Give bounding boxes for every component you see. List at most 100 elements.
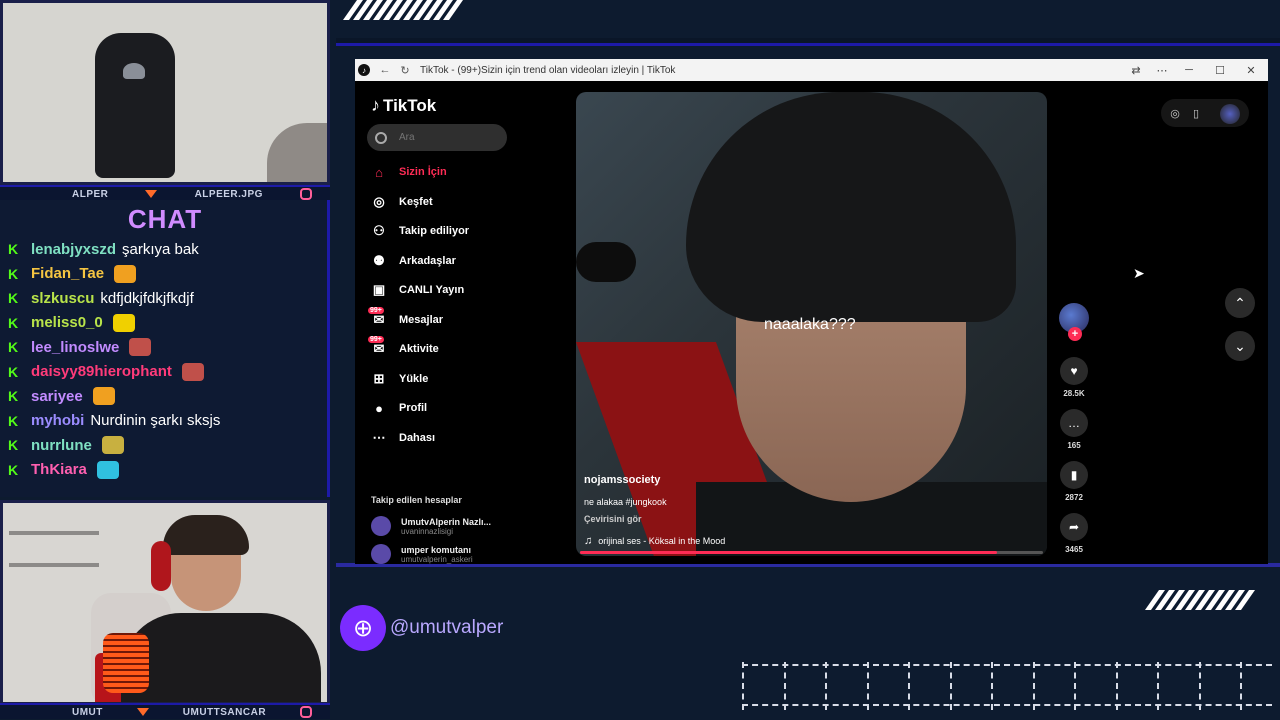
activity-icon: ✉ 99+ [368, 336, 385, 356]
video-progress-bar[interactable] [580, 551, 1043, 554]
back-icon[interactable]: ← [378, 63, 392, 77]
tiktok-logo[interactable]: ♪ TikTok [371, 95, 436, 116]
see-translation-link[interactable]: Çevirisini gör [584, 514, 642, 524]
more-options-icon[interactable]: ⋯ [1155, 63, 1169, 77]
save-action[interactable]: ▮ 2872 [1058, 461, 1090, 502]
upload-icon: ⊞ [373, 370, 385, 386]
nav-label: Takip ediliyor [399, 225, 470, 237]
close-button[interactable]: ✕ [1244, 63, 1258, 77]
translate-icon[interactable]: ⇄ [1129, 63, 1143, 77]
chat-message: Kmeliss0_0 [8, 312, 135, 334]
chat-username: lee_linoslwe [31, 338, 120, 356]
emote-icon [114, 264, 137, 283]
triangle-icon [136, 708, 149, 716]
emote-icon [112, 313, 135, 332]
comment-icon[interactable]: … [1060, 409, 1088, 437]
chat-message: Klee_linoslwe [8, 336, 152, 358]
following-account[interactable]: UmutvAlperin Nazlı... uvaninnazlisigi [371, 513, 491, 539]
social-handle: ⊕ @umutvalper [340, 605, 503, 651]
nav-item-messages[interactable]: ✉ 99+ Mesajlar [368, 306, 443, 331]
account-avatar [371, 544, 391, 564]
profile-icon: ● [375, 400, 383, 416]
nav-label: Dahası [399, 431, 436, 444]
chat-panel: CHAT Klenabjyxszd şarkıya bak K Fidan_Tae Ks… [0, 200, 330, 497]
nav-item-home[interactable]: ⌂ Sizin İçin [371, 161, 447, 183]
headphones [151, 541, 171, 591]
instagram-icon [299, 706, 312, 718]
follow-button[interactable]: + [1068, 327, 1082, 341]
chat-message: Ksariyee [8, 385, 115, 407]
search-input[interactable] [399, 132, 499, 143]
user-avatar[interactable] [1220, 104, 1240, 124]
maximize-button[interactable]: ☐ [1213, 63, 1227, 77]
chat-username: slzkuscu [31, 289, 95, 307]
nav-item-friends[interactable]: ⚉ Arkadaşlar [371, 250, 456, 272]
account-username: umutvalperin_askeri [401, 554, 473, 564]
webcam-top [0, 0, 330, 185]
next-video-button[interactable]: ⌄ [1225, 331, 1255, 361]
streamer-name: UMUT [72, 706, 103, 718]
bookmark-icon[interactable]: ▮ [1060, 461, 1088, 489]
nav-item-user-follow[interactable]: ⚇ Takip ediliyor [371, 220, 469, 242]
share-action[interactable]: ➦ 3465 [1058, 513, 1090, 554]
nav-item-compass[interactable]: ◎ Keşfet [371, 191, 433, 213]
following-accounts-title: Takip edilen hesaplar [371, 495, 462, 505]
emote-icon [92, 387, 115, 405]
chat-text: şarkıya bak [122, 240, 199, 258]
video-progress-fill [580, 551, 997, 554]
video-overlay-text: naaalaka??? [764, 316, 856, 333]
kick-badge-icon: K [8, 363, 19, 380]
search-box[interactable] [367, 124, 507, 151]
video-author[interactable]: nojamssociety [584, 474, 660, 486]
tiktok-sidebar: ♪ TikTok ⌂ Sizin İçin ◎ Keşfet ⚇ Takip ediliy… [355, 81, 565, 564]
chat-message: Knurrlune [8, 434, 124, 456]
kick-badge-icon: K [8, 437, 19, 453]
webcam-bottom [0, 500, 330, 705]
kick-badge-icon: K [8, 339, 19, 355]
stripe-decoration-top [342, 0, 464, 20]
share-count: 3465 [1065, 545, 1083, 554]
chat-message: Kslzkuscu kdfjdkjfdkjfkdjf [8, 287, 194, 309]
globe-icon: ⊕ [340, 605, 386, 651]
streamer-name: ALPER [72, 188, 109, 200]
video-sound[interactable]: ♫ orijinal ses - Köksal in the Mood [584, 535, 725, 547]
nav-label: Arkadaşlar [399, 254, 456, 267]
comment-count: 165 [1067, 441, 1081, 450]
following-account[interactable]: umper komutanı umutvalperin_askeri [371, 541, 473, 564]
nav-label: Yükle [399, 372, 429, 385]
nav-label: CANLI Yayın [399, 284, 465, 296]
sound-name: orijinal ses - Köksal in the Mood [598, 536, 726, 546]
friends-icon: ⚉ [373, 252, 385, 268]
emote-icon [129, 338, 152, 356]
chat-message: Kmyhobi Nurdinin şarkı sksjs [8, 410, 220, 432]
nav-item-profile[interactable]: ● Profil [371, 397, 427, 419]
emote-icon [96, 460, 119, 479]
browser-window: ♪ ← ↻ TikTok - (99+)Sizin için trend ola… [355, 59, 1268, 564]
nav-item-more[interactable]: ⋯ Dahası [371, 427, 436, 449]
video-player[interactable]: naaalaka??? nojamssociety ne alakaa #jun… [576, 92, 1047, 556]
webcam-bottom-namebar: UMUT UMUTTSANCAR [0, 703, 330, 719]
nav-item-activity[interactable]: ✉ 99+ Aktivite [368, 336, 439, 360]
search-icon [375, 131, 387, 144]
emote-icon [101, 436, 124, 454]
previous-video-button[interactable]: ⌃ [1225, 288, 1255, 318]
phone-icon[interactable]: ▯ [1189, 103, 1203, 123]
account-username: uvaninnazlisigi [401, 526, 454, 536]
heart-icon[interactable]: ♥ [1060, 357, 1088, 385]
kick-badge-icon: K [8, 388, 19, 404]
mouse-cursor-icon: ➤ [1133, 265, 1145, 281]
reload-icon[interactable]: ↻ [398, 63, 412, 77]
nav-label: Profil [399, 402, 428, 414]
comment-action[interactable]: … 165 [1058, 409, 1090, 450]
nav-label: Sizin İçin [399, 166, 447, 178]
nav-item-upload[interactable]: ⊞ Yükle [371, 368, 429, 390]
minimize-button[interactable]: ─ [1182, 63, 1196, 77]
stream-overlay: ALPER ALPEER.JPG CHAT Klenabjyxszd şarkıy… [0, 0, 1280, 720]
instagram-icon [300, 188, 312, 200]
share-icon[interactable]: ➦ [1060, 513, 1088, 541]
coins-icon[interactable]: ◎ [1168, 103, 1182, 123]
nav-label: Keşfet [399, 195, 433, 208]
chat-message: K ThKiara [8, 459, 119, 481]
nav-item-live[interactable]: ▣ CANLI Yayın [371, 279, 464, 301]
like-action[interactable]: ♥ 28.5K [1058, 357, 1090, 398]
